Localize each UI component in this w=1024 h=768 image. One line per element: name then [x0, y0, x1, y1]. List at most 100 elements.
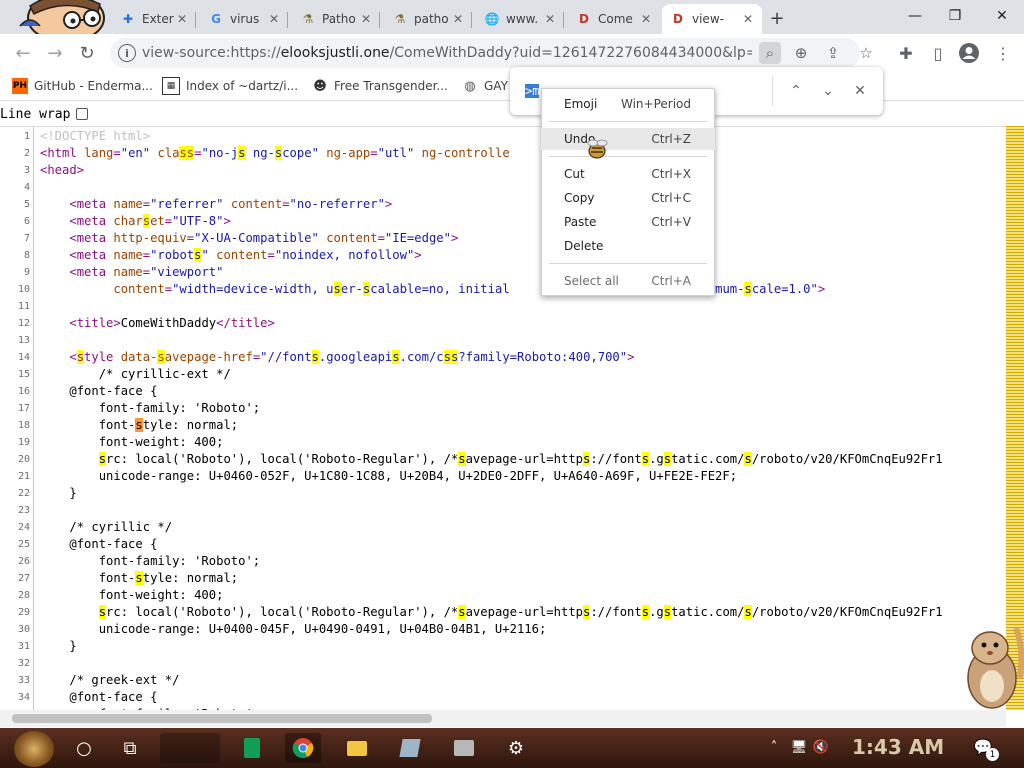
- close-icon[interactable]: ✕: [174, 11, 190, 27]
- line-number: 7: [23, 233, 30, 244]
- cortana-icon[interactable]: ○: [70, 734, 98, 762]
- system-tray-chevron-icon[interactable]: ˄: [765, 738, 783, 756]
- photos-icon[interactable]: [450, 734, 478, 762]
- source-code-text: <meta http-equiv="X-UA-Compatible" conte…: [69, 231, 459, 245]
- line-number: 26: [17, 556, 30, 567]
- chrome-logo-icon: [292, 738, 314, 758]
- menu-item-delete[interactable]: Delete: [541, 235, 715, 257]
- menu-item-cut[interactable]: Cut Ctrl+X: [541, 163, 715, 185]
- bookmark-free[interactable]: ☻ Free Transgender...: [312, 76, 448, 96]
- source-view: 1 <!DOCTYPE html> 2 <html lang="en" class="…: [0, 126, 1006, 711]
- share-icon[interactable]: ⇪: [822, 42, 844, 64]
- volume-muted-icon[interactable]: 🔇: [812, 738, 830, 756]
- line-wrap-checkbox[interactable]: [76, 108, 89, 120]
- chrome-icon[interactable]: [289, 734, 317, 762]
- source-line: 7 <meta http-equiv="X-UA-Compatible" con…: [0, 230, 1006, 247]
- horizontal-scroll-thumb[interactable]: [12, 714, 432, 723]
- menu-item-select-all[interactable]: Select all Ctrl+A: [541, 270, 715, 292]
- source-code-text: unicode-range: U+0400-045F, U+0490-0491,…: [98, 622, 547, 636]
- taskbar-search[interactable]: [160, 733, 220, 763]
- source-code-text: <head>: [40, 163, 85, 177]
- line-number: 13: [17, 335, 30, 346]
- menu-separator: [549, 156, 707, 157]
- source-line: 8 <meta name="robots" content="noindex, …: [0, 247, 1006, 264]
- tab-pathogen-2[interactable]: ⚗ patho ✕: [384, 4, 472, 34]
- minimize-button[interactable]: —: [895, 4, 935, 28]
- tab-virus[interactable]: G virus ✕: [200, 4, 288, 34]
- source-line: 33 /* greek-ext */: [0, 672, 1006, 689]
- zoom-icon[interactable]: ⊕: [790, 42, 812, 64]
- close-icon[interactable]: ✕: [542, 11, 558, 27]
- source-line: 21 unicode-range: U+0460-052F, U+1C80-1C…: [0, 468, 1006, 485]
- extensions-icon[interactable]: ✚: [895, 42, 917, 64]
- notepad-icon[interactable]: [396, 734, 424, 762]
- sheets-icon[interactable]: [238, 734, 266, 762]
- close-icon[interactable]: ✕: [740, 11, 756, 27]
- line-number: 14: [17, 352, 30, 363]
- source-code-text: font-family: 'Roboto';: [98, 554, 261, 568]
- menu-item-paste[interactable]: Paste Ctrl+V: [541, 211, 715, 233]
- close-icon[interactable]: ✕: [358, 11, 374, 27]
- close-icon[interactable]: ✕: [638, 11, 654, 27]
- info-icon[interactable]: i: [118, 44, 136, 62]
- flask-icon: ⚗: [302, 12, 314, 26]
- bookmark-github[interactable]: PH GitHub - Enderma...: [12, 76, 153, 96]
- forward-button[interactable]: →: [44, 42, 66, 64]
- tab-view-source[interactable]: D view- ✕: [662, 4, 762, 34]
- source-code-text: /* greek-ext */: [69, 673, 180, 687]
- settings-gear-icon[interactable]: ⚙: [502, 734, 530, 762]
- start-button[interactable]: [14, 731, 54, 767]
- close-icon[interactable]: ✕: [450, 11, 466, 27]
- line-number: 21: [17, 471, 30, 482]
- source-code-text: /* cyrillic-ext */: [98, 367, 231, 381]
- line-number: 30: [17, 624, 30, 635]
- find-in-page-icon[interactable]: ⌕: [759, 42, 781, 64]
- globe-icon: ◍: [464, 78, 476, 94]
- source-code-text: <title>ComeWithDaddy</title>: [69, 316, 275, 330]
- reload-button[interactable]: ↻: [76, 42, 98, 64]
- source-code-text: unicode-range: U+0460-052F, U+1C80-1C88,…: [98, 469, 738, 483]
- line-number: 19: [17, 437, 30, 448]
- line-number: 8: [23, 250, 30, 261]
- profile-avatar[interactable]: [958, 42, 980, 64]
- menu-item-copy[interactable]: Copy Ctrl+C: [541, 187, 715, 209]
- taskbar-clock[interactable]: 1:43 AM: [852, 735, 944, 759]
- menu-item-emoji[interactable]: Emoji Win+Period: [541, 93, 715, 115]
- line-number: 18: [17, 420, 30, 431]
- source-line: 6 <meta charset="UTF-8">: [0, 213, 1006, 230]
- menu-item-undo[interactable]: Undo Ctrl+Z: [541, 128, 715, 150]
- bookmark-index[interactable]: ▦ Index of ~dartz/i...: [162, 76, 298, 96]
- restore-button[interactable]: ❐: [935, 4, 975, 28]
- line-number: 28: [17, 590, 30, 601]
- menu-separator: [549, 263, 707, 264]
- find-next-button[interactable]: ⌄: [818, 81, 838, 101]
- source-code-text: font-family: 'Roboto';: [98, 401, 261, 415]
- tab-pathogen-1[interactable]: ⚗ Patho ✕: [292, 4, 380, 34]
- menu-icon[interactable]: ⋮: [992, 42, 1014, 64]
- side-panel-icon[interactable]: ▯: [927, 42, 949, 64]
- line-wrap-toggle[interactable]: Line wrap: [0, 105, 89, 123]
- find-previous-button[interactable]: ⌃: [786, 81, 806, 101]
- tab-www[interactable]: 🌐 www. ✕: [476, 4, 564, 34]
- bookmark-star-icon[interactable]: ☆: [855, 42, 877, 64]
- bookmark-gay[interactable]: ◍ GAY: [462, 76, 508, 96]
- find-close-button[interactable]: ✕: [850, 81, 870, 101]
- new-tab-button[interactable]: +: [765, 6, 789, 30]
- file-explorer-icon[interactable]: [343, 734, 371, 762]
- network-icon[interactable]: 🖥: [790, 738, 808, 756]
- close-icon[interactable]: ✕: [266, 11, 282, 27]
- close-window-button[interactable]: ✕: [982, 4, 1022, 28]
- source-line: 5 <meta name="referrer" content="no-refe…: [0, 196, 1006, 213]
- tab-extensions[interactable]: ✚ Exter ✕: [112, 4, 196, 34]
- source-line: 12 <title>ComeWithDaddy</title>: [0, 315, 1006, 332]
- source-line: 23: [0, 502, 1006, 519]
- tab-come-with-daddy[interactable]: D Come ✕: [568, 4, 660, 34]
- back-button[interactable]: ←: [12, 42, 34, 64]
- task-view-icon[interactable]: ⧉: [116, 734, 144, 762]
- source-line: 24 /* cyrillic */: [0, 519, 1006, 536]
- line-number: 9: [23, 267, 30, 278]
- source-code-text: @font-face {: [69, 537, 158, 551]
- source-code-text: }: [69, 486, 77, 500]
- source-line: 31 }: [0, 638, 1006, 655]
- address-text[interactable]: view-source:https://elooksjustli.one/Com…: [142, 45, 752, 61]
